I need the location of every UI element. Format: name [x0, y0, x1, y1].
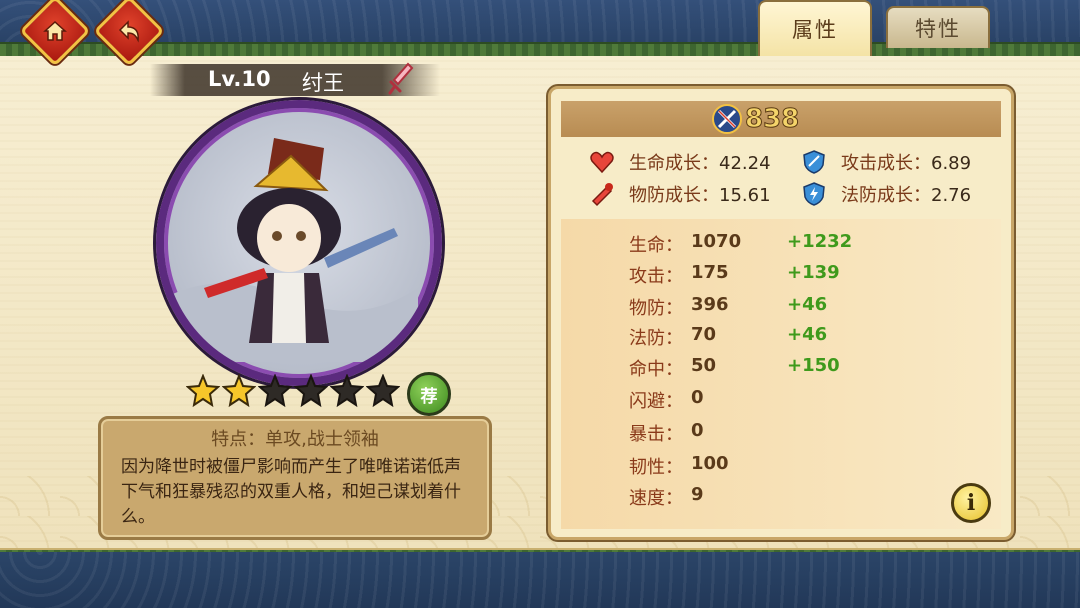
growth-mdef: 法防成长：2.76 — [841, 181, 971, 207]
level-bar: Lv.10 纣王 — [150, 62, 440, 96]
growth-mdef-label: 法防成长： — [841, 185, 931, 206]
stat-row-hp: 生命： 1070 +1232 — [561, 231, 1001, 261]
stat-value: 175 — [691, 262, 729, 283]
growth-attack-value: 6.89 — [931, 153, 972, 174]
stat-row-pdef: 物防： 396 +46 — [561, 294, 1001, 324]
stat-value: 100 — [691, 453, 729, 474]
home-icon — [33, 9, 77, 53]
stat-row-toughness: 韧性： 100 — [561, 453, 1001, 483]
stat-row-dodge: 闪避： 0 — [561, 387, 1001, 417]
stat-value: 396 — [691, 294, 729, 315]
stat-row-mdef: 法防： 70 +46 — [561, 324, 1001, 354]
stat-bonus: +1232 — [787, 231, 853, 252]
stat-label: 法防： — [629, 328, 683, 349]
bottom-bar — [0, 552, 1080, 608]
growth-pdef-value: 15.61 — [719, 185, 771, 206]
tab-traits[interactable]: 特性 — [886, 6, 990, 48]
stat-row-speed: 速度： 9 — [561, 484, 1001, 514]
stat-row-hit: 命中： 50 +150 — [561, 355, 1001, 385]
stat-value: 1070 — [691, 231, 742, 252]
stat-bonus: +139 — [787, 262, 840, 283]
stat-bonus: +150 — [787, 355, 840, 376]
star-empty-icon — [294, 374, 328, 408]
stat-value: 70 — [691, 324, 717, 345]
growth-attack-label: 攻击成长： — [841, 153, 931, 174]
attack-shield-icon — [803, 150, 825, 174]
swords-crossed-icon — [711, 103, 743, 139]
growth-pdef: 物防成长：15.61 — [629, 181, 771, 207]
stat-label: 韧性： — [629, 457, 683, 478]
growth-hp: 生命成长：42.24 — [629, 149, 771, 175]
combat-power-value: 838 — [744, 104, 800, 135]
star-empty-icon — [366, 374, 400, 408]
growth-hp-value: 42.24 — [719, 153, 771, 174]
combat-power-bar: 838 — [561, 101, 1001, 137]
description-text: 因为降世时被僵尸影响而产生了唯唯诺诺低声下气和狂暴残忍的双重人格，和妲己谋划着什… — [121, 457, 461, 527]
magic-shield-icon — [803, 182, 825, 206]
star-filled-icon — [186, 374, 220, 408]
description-title: 特点：单攻,战士领袖 — [211, 429, 379, 450]
star-filled-icon — [222, 374, 256, 408]
stat-row-crit: 暴击： 0 — [561, 420, 1001, 450]
stat-value: 0 — [691, 387, 704, 408]
star-empty-icon — [258, 374, 292, 408]
stat-label: 闪避： — [629, 391, 683, 412]
stat-value: 0 — [691, 420, 704, 441]
info-button[interactable]: i — [951, 483, 991, 523]
stats-panel: 838 生命成长：42.24 攻击成长：6.89 物防成长：15.61 法防成长… — [548, 86, 1014, 540]
back-arrow-icon — [107, 9, 151, 53]
hero-level: Lv.10 — [208, 67, 271, 91]
stat-label: 生命： — [629, 235, 683, 256]
stat-row-attack: 攻击： 175 +139 — [561, 262, 1001, 292]
stat-bonus: +46 — [787, 294, 828, 315]
tab-attributes[interactable]: 属性 — [758, 0, 872, 56]
stat-label: 物防： — [629, 298, 683, 319]
stat-label: 速度： — [629, 488, 683, 509]
warrior-class-icon — [386, 62, 416, 100]
physical-defense-icon — [591, 183, 613, 207]
growth-mdef-value: 2.76 — [931, 185, 972, 206]
stat-label: 攻击： — [629, 266, 683, 287]
hero-portrait — [156, 100, 442, 386]
recommend-badge[interactable]: 荐 — [407, 372, 451, 416]
heart-icon — [590, 151, 614, 174]
stat-label: 暴击： — [629, 424, 683, 445]
stat-value: 50 — [691, 355, 717, 376]
stat-label: 命中： — [629, 359, 683, 380]
stat-value: 9 — [691, 484, 704, 505]
hero-description-box: 特点：单攻,战士领袖 因为降世时被僵尸影响而产生了唯唯诺诺低声下气和狂暴残忍的双… — [98, 416, 492, 540]
growth-hp-label: 生命成长： — [629, 153, 719, 174]
growth-pdef-label: 物防成长： — [629, 185, 719, 206]
hero-name: 纣王 — [302, 71, 344, 95]
stats-list: 生命： 1070 +1232 攻击： 175 +139 物防： 396 +46 … — [561, 219, 1001, 529]
star-empty-icon — [330, 374, 364, 408]
growth-attack: 攻击成长：6.89 — [841, 149, 971, 175]
stat-bonus: +46 — [787, 324, 828, 345]
